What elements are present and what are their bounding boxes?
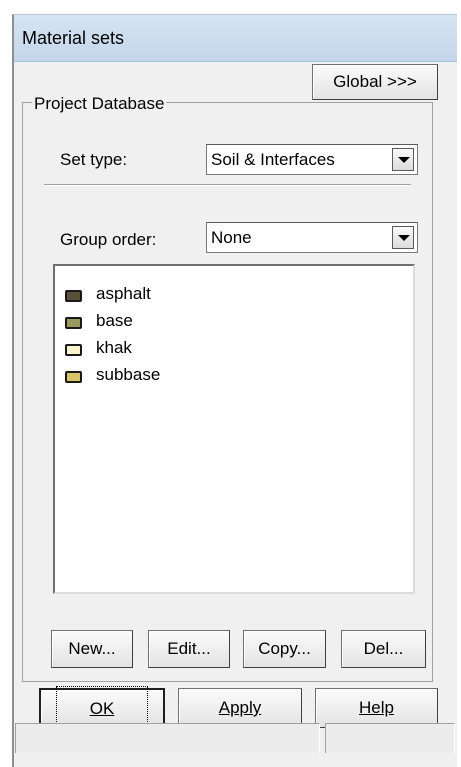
- chevron-down-icon[interactable]: [392, 148, 414, 171]
- set-type-label: Set type:: [60, 150, 128, 169]
- apply-button[interactable]: Apply: [178, 688, 302, 728]
- delete-button[interactable]: Del...: [341, 630, 426, 668]
- material-name: khak: [96, 338, 132, 357]
- edit-button-label: Edit...: [167, 639, 211, 658]
- group-order-label: Group order:: [60, 230, 157, 249]
- edit-button[interactable]: Edit...: [148, 630, 230, 668]
- global-button[interactable]: Global >>>: [312, 64, 438, 100]
- window-title: Material sets: [22, 28, 125, 48]
- material-list[interactable]: asphalt base khak subbase: [53, 264, 415, 594]
- title-bar[interactable]: Material sets: [14, 15, 457, 62]
- copy-button[interactable]: Copy...: [243, 630, 326, 668]
- set-type-select[interactable]: Soil & Interfaces: [206, 144, 418, 175]
- chevron-down-icon[interactable]: [392, 226, 414, 249]
- help-button-label: Help: [359, 698, 394, 717]
- new-button-label: New...: [68, 639, 116, 658]
- ok-button[interactable]: OK: [39, 686, 165, 732]
- material-color-swatch: [65, 344, 82, 356]
- group-order-value: None: [211, 228, 252, 247]
- material-name: base: [96, 311, 133, 330]
- global-button-label: Global >>>: [333, 72, 417, 91]
- project-database-label: Project Database: [32, 94, 167, 114]
- apply-button-label: Apply: [218, 698, 262, 717]
- set-type-value: Soil & Interfaces: [211, 150, 335, 169]
- material-color-swatch: [65, 290, 82, 302]
- new-button[interactable]: New...: [51, 630, 133, 668]
- delete-button-label: Del...: [363, 639, 404, 658]
- material-color-swatch: [65, 317, 82, 329]
- material-name: subbase: [96, 365, 161, 384]
- status-panel-right: [325, 723, 455, 753]
- material-name: asphalt: [96, 284, 151, 303]
- help-button[interactable]: Help: [315, 688, 438, 728]
- status-panel-left: [15, 723, 320, 753]
- group-order-select[interactable]: None: [206, 222, 418, 253]
- separator: [44, 184, 411, 186]
- copy-button-label: Copy...: [258, 639, 311, 658]
- material-color-swatch: [65, 371, 82, 383]
